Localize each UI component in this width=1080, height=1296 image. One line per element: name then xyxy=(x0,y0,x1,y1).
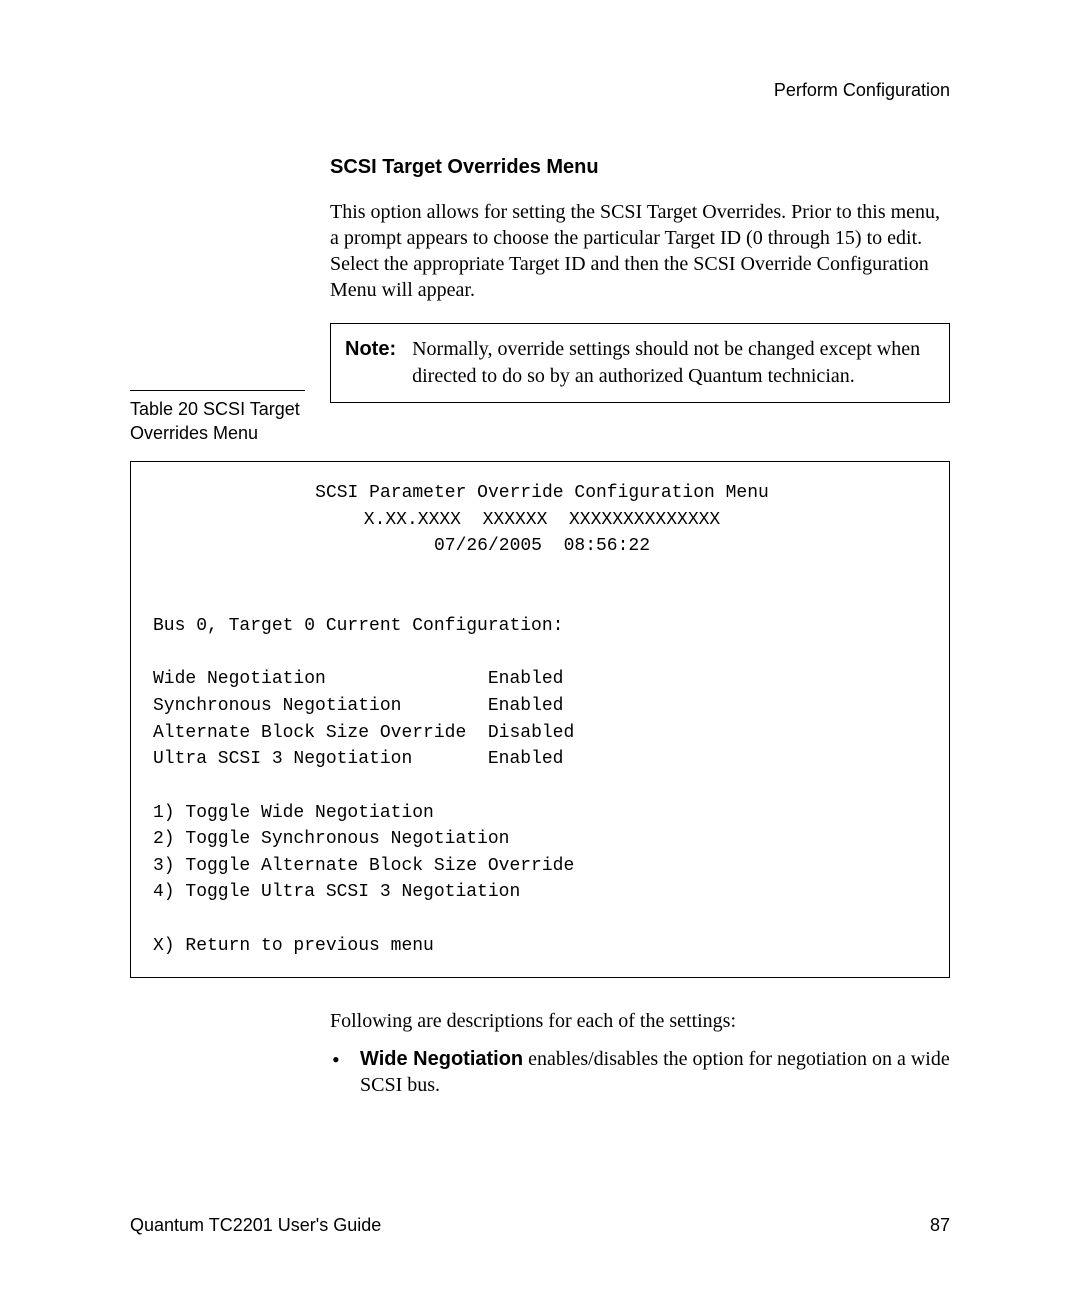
terminal-option: 4) Toggle Ultra SCSI 3 Negotiation xyxy=(153,882,520,902)
terminal-exit: X) Return to previous menu xyxy=(153,936,434,956)
post-content: Following are descriptions for each of t… xyxy=(330,1008,950,1098)
terminal-timestamp: 07/26/2005 08:56:22 xyxy=(153,533,931,560)
terminal-option: 2) Toggle Synchronous Negotiation xyxy=(153,829,509,849)
bullet-bold-term: Wide Negotiation xyxy=(360,1048,523,1070)
terminal-setting-row: Wide Negotiation Enabled xyxy=(153,669,563,689)
page-footer: Quantum TC2201 User's Guide 87 xyxy=(130,1215,950,1236)
terminal-setting-row: Ultra SCSI 3 Negotiation Enabled xyxy=(153,749,564,769)
terminal-setting-row: Synchronous Negotiation Enabled xyxy=(153,696,564,716)
terminal-option: 3) Toggle Alternate Block Size Override xyxy=(153,856,574,876)
section-heading: SCSI Target Overrides Menu xyxy=(330,156,950,179)
document-page: Perform Configuration SCSI Target Overri… xyxy=(0,0,1080,1296)
note-label: Note: xyxy=(345,336,396,390)
running-header: Perform Configuration xyxy=(130,80,950,101)
note-text: Normally, override settings should not b… xyxy=(412,336,935,390)
bullet-list: Wide Negotiation enables/disables the op… xyxy=(330,1046,950,1098)
terminal-setting-row: Alternate Block Size Override Disabled xyxy=(153,723,574,743)
post-paragraph: Following are descriptions for each of t… xyxy=(330,1008,950,1034)
terminal-context: Bus 0, Target 0 Current Configuration: xyxy=(153,616,563,636)
footer-doc-title: Quantum TC2201 User's Guide xyxy=(130,1215,381,1236)
terminal-option: 1) Toggle Wide Negotiation xyxy=(153,803,434,823)
list-item: Wide Negotiation enables/disables the op… xyxy=(360,1046,950,1098)
footer-page-number: 87 xyxy=(930,1215,950,1236)
terminal-title: SCSI Parameter Override Configuration Me… xyxy=(153,480,931,507)
terminal-version: X.XX.XXXX XXXXXX XXXXXXXXXXXXXX xyxy=(153,507,931,534)
table-caption: Table 20 SCSI Target Overrides Menu xyxy=(130,390,305,446)
section-paragraph: This option allows for setting the SCSI … xyxy=(330,199,950,303)
note-box: Note: Normally, override settings should… xyxy=(330,323,950,403)
terminal-output: SCSI Parameter Override Configuration Me… xyxy=(130,461,950,978)
content-column: SCSI Target Overrides Menu This option a… xyxy=(330,156,950,403)
